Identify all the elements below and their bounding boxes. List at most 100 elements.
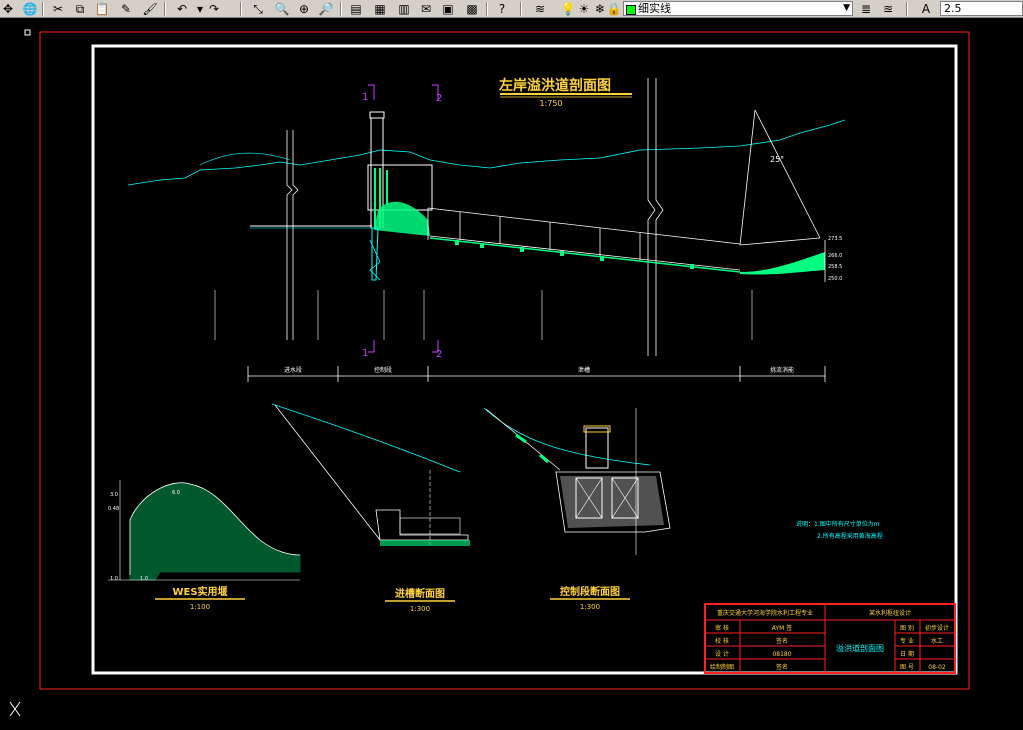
sub3-title: 控制段断面图 [560,585,620,598]
zoom-previous-icon[interactable]: 🔎 [318,1,334,17]
layer-name: 细实线 [638,2,671,15]
help-icon[interactable]: ? [494,1,510,17]
toolbar-separator [42,2,44,16]
tb-cell: 校 核 [715,637,729,645]
layer-dropdown[interactable]: 细实线 ▼ [623,1,853,16]
section-mark-1b: 1 [362,348,368,359]
wes-dim: 3.0 [110,492,118,498]
text-height-field[interactable]: 2.5 [940,1,1023,16]
brush-icon[interactable]: ✎ [118,1,134,17]
segment-dimension: 进水段 控制段 泄槽 挑流消能 [247,366,826,382]
elev-label: 266.0 [828,253,842,259]
break-lines [286,78,664,356]
terrain-line [127,119,846,186]
sub3-scale: 1:300 [580,603,600,611]
zoom-realtime-icon[interactable]: 🔍 [274,1,290,17]
toolbar-separator [340,2,342,16]
tb-cell: 绘制制图 [710,663,734,671]
tb-project: 某水利枢纽设计 [869,609,911,617]
paste-icon[interactable]: 📋 [94,1,110,17]
match-properties-icon[interactable]: 🖌 [142,1,158,17]
note-line: 2.所有高程采用黄海高程 [817,532,883,540]
sub1-title: WES实用堰 [172,585,227,598]
toolbar-separator [164,2,166,16]
section-mark-2: 2 [436,93,442,104]
toolbar-separator [906,2,908,16]
sheet-icon[interactable]: ▣ [440,1,456,17]
toolbar-separator [240,2,242,16]
tb-cell: 08180 [772,651,791,658]
sub2-title: 进槽断面图 [395,587,445,600]
weir-crest-fill [374,201,430,236]
undo-icon[interactable]: ↶ [174,1,190,17]
tb-cell: 水工 [931,637,943,645]
tool-palette-icon[interactable]: ▥ [396,1,412,17]
tb-cell: 图 别 [900,624,914,632]
globe-icon[interactable]: 🌐 [22,1,38,17]
chevron-down-icon[interactable]: ▼ [843,2,850,15]
layer-previous-icon[interactable]: ≊ [880,1,896,17]
cutoff-wall [371,227,379,281]
zoom-window-icon[interactable]: ⊕ [296,1,312,17]
drawing-frame [91,44,958,675]
tb-cell: 图 号 [900,664,914,671]
tb-cell: 初步设计 [925,624,949,632]
chute [427,207,741,271]
pan-icon[interactable]: ✥ [0,1,16,17]
note-line: 说明：1.图中所有尺寸单位为m [796,520,880,528]
make-current-layer-icon[interactable]: ≣ [858,1,874,17]
markup-icon[interactable]: ✉ [418,1,434,17]
grip-square[interactable] [24,29,31,36]
tb-cell: 签名 [776,663,788,671]
segment-label: 挑流消能 [770,366,794,374]
elev-label: 258.5 [828,264,842,270]
wes-dim: 1.0 [140,576,148,582]
sun-icon[interactable]: ☀ [576,1,592,17]
copy-icon[interactable]: ⧉ [72,1,88,17]
drawing-svg: 左岸溢洪道剖面图 1:750 1 2 1 2 25° 273.5 266.0 2… [9,29,970,717]
tb-cell: 审 核 [715,624,729,632]
ucs-icon [9,701,21,717]
sub2-scale: 1:300 [410,605,430,613]
tb-school: 重庆交通大学河海学院水利工程专业 [717,609,813,617]
tb-cell: 日 期 [900,650,914,658]
redo-icon[interactable]: ↷ [206,1,222,17]
segment-label: 控制段 [374,366,392,374]
slope-triangle [739,109,821,246]
track-icon[interactable]: ⤡ [250,1,266,17]
elev-label: 273.5 [828,236,842,242]
lock-icon[interactable]: 🔒 [606,1,622,17]
tb-drawing-name: 溢洪道剖面图 [836,643,884,653]
layer-color-swatch [626,5,636,15]
tb-cell: 专 业 [900,637,914,645]
toolbar-separator [486,2,488,16]
toolbar-separator [520,2,522,16]
layers-icon[interactable]: ≋ [532,1,548,17]
text-style-icon[interactable]: A [918,1,934,17]
approach-section-drawing [271,403,470,546]
tb-cell: 设 计 [715,650,729,658]
tb-cell: AYM 签 [772,624,792,632]
tb-cell: 签名 [776,637,788,645]
wes-dim: 1.0 [110,576,118,582]
terrain-contour [199,152,291,166]
design-center-icon[interactable]: ▦ [372,1,388,17]
main-title: 左岸溢洪道剖面图 [498,77,611,94]
flip-bucket [740,252,825,275]
standard-toolbar: ✥ 🌐 ✂ ⧉ 📋 ✎ 🖌 ↶ ▾ ↷ ⤡ 🔍 ⊕ 🔎 ▤ ▦ ▥ ✉ ▣ ▩ … [0,0,1023,18]
segment-label: 泄槽 [578,366,590,374]
vertical-dimensions [214,290,753,340]
tb-cell: 08-02 [928,664,946,671]
lightbulb-icon[interactable]: 💡 [560,1,576,17]
wes-weir-drawing: 3.0 0.48 6.0 1.0 1.0 [108,480,301,582]
properties-icon[interactable]: ▤ [348,1,364,17]
slope-angle: 25° [770,155,784,164]
drawing-canvas[interactable]: 左岸溢洪道剖面图 1:750 1 2 1 2 25° 273.5 266.0 2… [0,18,1023,726]
wes-dim: 0.48 [108,506,119,512]
section-mark-2b: 2 [436,349,442,360]
wes-dim: 6.0 [172,490,180,496]
sub1-scale: 1:100 [190,603,210,611]
main-scale: 1:750 [539,99,562,108]
cut-icon[interactable]: ✂ [50,1,66,17]
calculator-icon[interactable]: ▩ [464,1,480,17]
